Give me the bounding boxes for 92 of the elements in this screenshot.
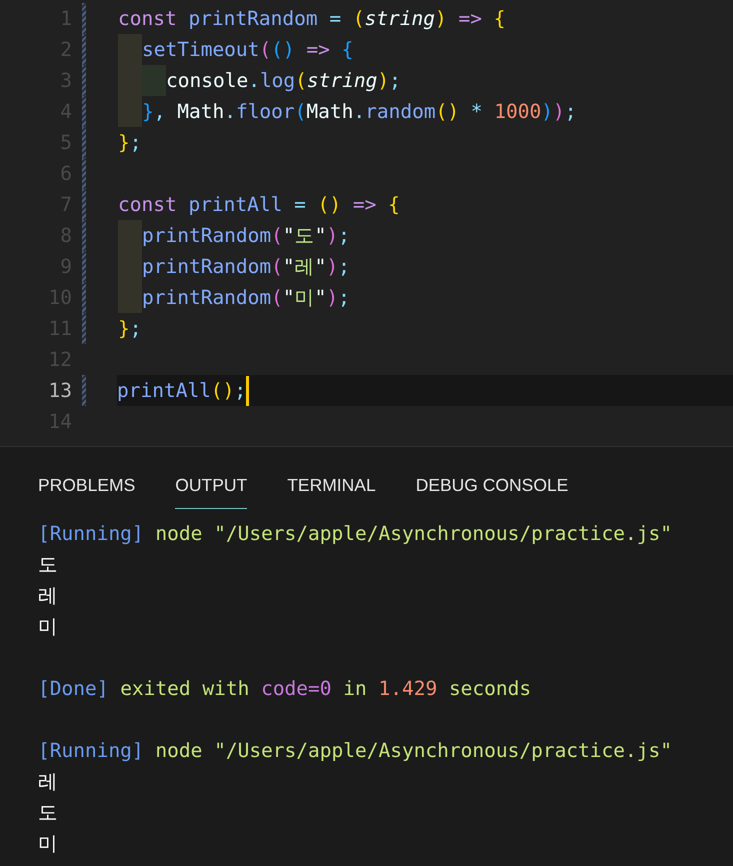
code-token: , [154,100,166,123]
code-token: ( [352,7,365,30]
code-token: ( [271,286,283,309]
code-token: () [271,38,295,61]
code-token: ) [326,224,338,247]
code-token: " [314,224,326,247]
code-editor[interactable] [0,0,733,447]
panel-tab[interactable]: TERMINAL [287,475,376,509]
code-token: . [224,100,236,123]
code-token: Math [306,100,354,123]
code-token: ( [295,69,307,92]
code-token: => [458,7,484,30]
code-token: " [282,286,295,309]
code-token: => [305,38,331,61]
code-token: () [210,379,234,402]
code-token: 1000 [494,100,542,123]
code-token: ) [326,255,338,278]
code-token: { [494,7,506,30]
output-text: 1.429 [378,676,438,702]
code-token: ( [271,255,283,278]
code-token: () [318,193,342,216]
code-token: " [282,255,295,278]
output-text: seconds [448,676,532,702]
code-token: 도 [294,223,315,249]
output-text: 레 [38,769,58,795]
code-token: = [328,7,342,30]
text-cursor [246,376,250,406]
code-token: ; [130,131,142,154]
output-text: 미 [38,831,58,857]
output-text: [Running] [38,738,144,764]
code-token: printRandom [142,255,272,278]
code-token: " [314,255,326,278]
code-token: } [142,100,154,123]
code-token: printRandom [188,7,318,30]
code-token: . [353,100,366,123]
code-token: printAll [117,379,211,402]
code-token: ; [338,224,350,247]
output-text: [Done] [38,676,108,702]
output-text: 도 [38,552,58,578]
code-token: ; [338,286,350,309]
code-token: random [365,100,436,123]
code-token: console [166,69,248,92]
code-token: ( [259,38,272,61]
panel-tab[interactable]: DEBUG CONSOLE [416,475,568,509]
code-token: " [314,286,326,309]
code-token: = [293,193,307,216]
code-token: ) [541,100,554,123]
code-token: 레 [294,254,315,280]
code-token: ) [435,7,447,30]
code-token: ( [271,224,283,247]
code-token: ; [234,379,246,402]
code-token: { [388,193,400,216]
code-token: } [118,317,130,340]
code-token: * [470,100,484,123]
output-text: in [342,676,368,702]
code-token: () [436,100,460,123]
output-text: node "/Users/apple/Asynchronous/practice.js" [154,521,672,547]
code-token: ; [130,317,142,340]
panel-tab[interactable]: OUTPUT [175,475,248,509]
output-text: node "/Users/apple/Asynchronous/practice.js" [154,738,672,764]
line-number: 13 [48,379,72,402]
code-token: string [306,69,378,92]
panel-tab[interactable]: PROBLEMS [38,475,136,509]
code-token: const [118,193,178,216]
code-token: printRandom [142,286,272,309]
code-token: => [352,193,378,216]
code-token: ) [326,286,338,309]
output-text: exited with [119,676,250,702]
code-token: log [260,69,296,92]
code-token: ) [377,69,390,92]
code-token: . [248,69,260,92]
code-token: printRandom [142,224,272,247]
output-text: 도 [38,800,58,826]
code-token: printAll [188,193,282,216]
code-token: 미 [294,285,315,311]
output-text: [Running] [38,521,144,547]
code-token: setTimeout [142,38,260,61]
output-text: code=0 [261,676,332,702]
code-token: ( [294,100,306,123]
output-text: 미 [38,614,58,640]
code-token: floor [236,100,295,123]
code-token: const [118,7,178,30]
code-token: ) [553,100,565,123]
code-token: ; [389,69,401,92]
code-token: Math [177,100,224,123]
code-token: } [118,131,130,154]
output-text: 레 [38,583,58,609]
code-token: " [282,224,295,247]
code-token: ; [338,255,350,278]
code-token: ; [564,100,577,123]
code-token: string [364,7,436,30]
code-token: { [342,38,354,61]
